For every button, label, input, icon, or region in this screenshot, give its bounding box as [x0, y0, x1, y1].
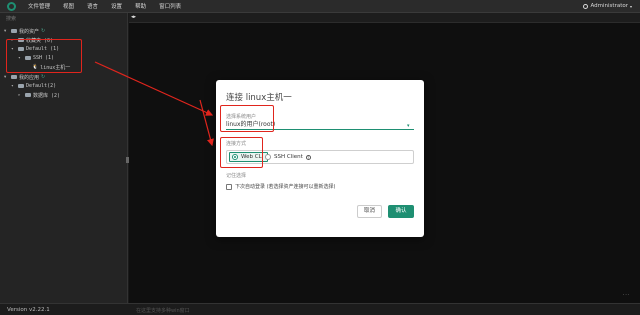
menu-help[interactable]: 帮助 — [135, 2, 146, 10]
user-menu[interactable]: Administrator ▾ — [583, 3, 632, 9]
dialog-title: 连接 linux主机一 — [226, 93, 292, 103]
auto-login-row[interactable]: 下次自动登录 (若选择资产连接可以重新选择) — [226, 183, 336, 190]
user-name: Administrator — [590, 3, 628, 9]
watermark: ... — [622, 290, 630, 297]
app-logo-icon — [7, 1, 16, 11]
auto-login-label: 下次自动登录 (若选择资产连接可以重新选择) — [235, 184, 336, 190]
version-label: Version v2.22.1 — [7, 307, 50, 313]
annotation-box-tree — [6, 39, 82, 73]
menu-settings[interactable]: 设置 — [111, 2, 122, 10]
menu-window-list[interactable]: 窗口列表 — [159, 2, 181, 10]
annotation-box-user — [220, 105, 274, 132]
radio-ssh-client[interactable]: SSH Client ? — [265, 153, 311, 161]
tab-bar: ◂▸ — [129, 13, 640, 23]
radio-icon — [265, 154, 271, 160]
tree-label: 数据库 (2) — [33, 92, 61, 99]
confirm-button[interactable]: 确认 — [388, 205, 414, 218]
tree-label: 我的应用 — [19, 74, 40, 81]
chevron-down-icon: ▾ — [407, 123, 410, 129]
annotation-box-method — [220, 137, 263, 168]
chevron-down-icon: ▾ — [629, 3, 632, 9]
tree-node-my-assets[interactable]: ▾ 我的资产 ↻ — [4, 27, 45, 35]
menu-file[interactable]: 文件管理 — [28, 2, 50, 10]
tree-node-my-apps[interactable]: ▾ 我的应用 ↻ — [4, 73, 45, 81]
refresh-icon[interactable]: ↻ — [41, 28, 45, 34]
footer-hint: 在这里支持多种win窗口 — [136, 308, 190, 314]
folder-icon — [18, 83, 24, 89]
remember-label: 记住选择 — [226, 173, 247, 179]
caret-down-icon: ▾ — [11, 83, 14, 89]
auto-login-checkbox[interactable] — [226, 183, 232, 190]
caret-right-icon: ▸ — [18, 92, 21, 98]
search-input[interactable] — [4, 15, 124, 24]
refresh-icon[interactable]: ↻ — [41, 74, 45, 80]
tree-node-database[interactable]: ▸ 数据库 (2) — [18, 91, 60, 99]
folder-icon — [11, 74, 17, 80]
radio-label: SSH Client — [274, 154, 303, 160]
menu-language[interactable]: 语言 — [87, 2, 98, 10]
cancel-button[interactable]: 取消 — [357, 205, 382, 218]
user-icon — [583, 3, 589, 9]
help-icon[interactable]: ? — [305, 154, 311, 160]
tree-node-default2[interactable]: ▾ Default(2) — [11, 82, 56, 90]
menu-view[interactable]: 视图 — [63, 2, 74, 10]
caret-down-icon: ▾ — [4, 74, 7, 80]
menubar: 文件管理 视图 语言 设置 帮助 窗口列表 Administrator ▾ — [0, 0, 640, 13]
folder-icon — [11, 28, 17, 34]
tree-label: 我的资产 — [19, 28, 40, 35]
caret-down-icon: ▾ — [4, 28, 7, 34]
status-footer: Version v2.22.1 在这里支持多种win窗口 — [0, 303, 640, 315]
tab-scroll-arrows-icon[interactable]: ◂▸ — [131, 14, 136, 20]
folder-icon — [25, 92, 31, 98]
tree-label: Default(2) — [26, 83, 57, 89]
